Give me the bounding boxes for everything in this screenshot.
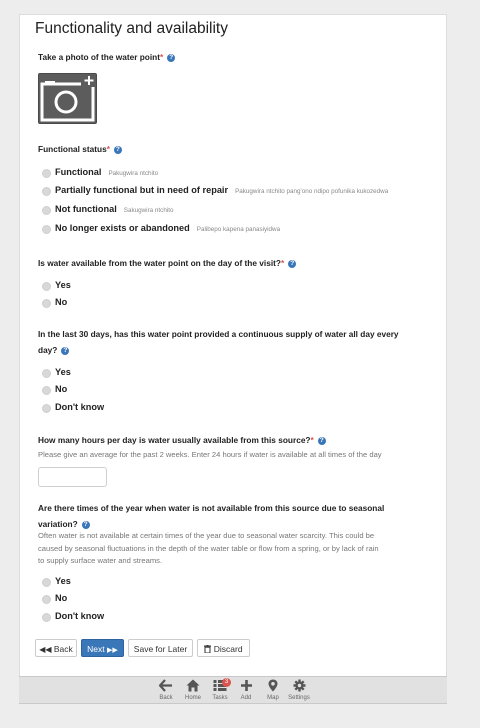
option-label: Yes bbox=[55, 576, 71, 586]
required-marker: * bbox=[310, 435, 314, 445]
discard-button[interactable]: Discard bbox=[197, 639, 250, 657]
required-marker: * bbox=[106, 144, 110, 154]
seasonal-label-line2: variation? bbox=[38, 519, 78, 529]
photo-question-label: Take a photo of the water point bbox=[38, 52, 160, 62]
gear-icon bbox=[293, 679, 305, 692]
nav-home[interactable]: Home bbox=[181, 679, 205, 702]
option-translation: Pakugwira ntchito bbox=[108, 170, 159, 177]
trash-icon bbox=[204, 645, 212, 654]
nav-home-label: Home bbox=[184, 695, 201, 701]
option-translation: Palibepo kapena panasiyidwa bbox=[196, 226, 281, 233]
hours-per-day-hint: Please give an average for the past 2 we… bbox=[38, 450, 382, 459]
nav-add[interactable]: Add bbox=[234, 679, 258, 702]
radio-button[interactable] bbox=[42, 386, 51, 395]
seasonal-label-line1: Are there times of the year when water i… bbox=[38, 503, 385, 513]
nav-map[interactable]: Map bbox=[261, 679, 285, 702]
required-marker: * bbox=[280, 258, 285, 268]
next-button[interactable]: Next ▶▶ bbox=[81, 639, 124, 657]
option-label: Functional bbox=[55, 167, 102, 177]
option-label: Partially functional but in need of repa… bbox=[55, 185, 229, 195]
radio-button[interactable] bbox=[42, 595, 51, 604]
required-marker: * bbox=[160, 52, 164, 62]
continuous-supply-question: In the last 30 days, has this water poin… bbox=[38, 326, 399, 358]
option-translation: Sakugwira ntchito bbox=[123, 207, 174, 214]
form-panel: Functionality and availability Take a ph… bbox=[19, 14, 447, 676]
option-label: No bbox=[55, 297, 68, 307]
nav-settings-label: Settings bbox=[288, 695, 310, 701]
photo-question: Take a photo of the water point*? bbox=[38, 49, 176, 65]
form-title: Functionality and availability bbox=[35, 20, 228, 37]
double-right-arrow-icon: ▶▶ bbox=[107, 647, 118, 654]
nav-back-label: Back bbox=[159, 695, 173, 701]
seasonal-hint-line: Often water is not available at certain … bbox=[38, 531, 375, 540]
tasks-count-badge: 3 bbox=[222, 678, 231, 687]
radio-button[interactable] bbox=[42, 169, 51, 178]
option-label: Yes bbox=[55, 367, 71, 377]
option-label: No longer exists or abandoned bbox=[55, 223, 190, 233]
bottom-nav: Back Home 3 Tasks Add Map Settings bbox=[19, 676, 447, 704]
option-label: Not functional bbox=[55, 204, 117, 214]
option-label: Yes bbox=[55, 280, 71, 290]
nav-settings[interactable]: Settings bbox=[287, 679, 311, 702]
back-button-label: Back bbox=[53, 644, 73, 654]
help-icon[interactable]: ? bbox=[288, 259, 297, 268]
arrow-left-icon bbox=[159, 679, 172, 692]
water-available-label: Is water available from the water point … bbox=[38, 258, 281, 268]
continuous-supply-label-line2: day? bbox=[38, 345, 58, 355]
option-label: No bbox=[55, 384, 68, 394]
functional-status-label: Functional status bbox=[38, 144, 107, 154]
radio-button[interactable] bbox=[42, 578, 51, 587]
radio-button[interactable] bbox=[42, 282, 51, 291]
help-icon[interactable]: ? bbox=[317, 436, 326, 445]
seasonal-question: Are there times of the year when water i… bbox=[38, 500, 384, 532]
radio-button[interactable] bbox=[42, 369, 51, 378]
functional-status-question: Functional status*? bbox=[38, 141, 122, 157]
option-label: Don't know bbox=[55, 402, 105, 412]
radio-button[interactable] bbox=[42, 404, 51, 413]
home-icon bbox=[186, 679, 200, 692]
next-button-label: Next bbox=[87, 644, 105, 654]
help-icon[interactable]: ? bbox=[167, 53, 176, 62]
hours-per-day-label: How many hours per day is water usually … bbox=[38, 435, 311, 445]
radio-button[interactable] bbox=[42, 613, 51, 622]
camera-add-icon[interactable] bbox=[38, 73, 97, 124]
discard-button-label: Discard bbox=[213, 644, 243, 654]
seasonal-hint-line: to supply surface water and streams. bbox=[38, 556, 163, 565]
nav-tasks-label: Tasks bbox=[212, 695, 228, 701]
option-label: Don't know bbox=[55, 611, 105, 621]
map-marker-icon bbox=[268, 679, 278, 692]
seasonal-hint: Often water is not available at certain … bbox=[38, 530, 432, 568]
help-icon[interactable]: ? bbox=[113, 145, 122, 154]
water-available-question: Is water available from the water point … bbox=[38, 255, 297, 271]
nav-add-label: Add bbox=[240, 695, 252, 701]
back-button[interactable]: ◀◀ Back bbox=[35, 639, 77, 657]
seasonal-hint-line: caused by seasonal fluctuations in the d… bbox=[38, 543, 379, 553]
help-icon[interactable]: ? bbox=[81, 520, 90, 529]
nav-map-label: Map bbox=[267, 695, 279, 701]
help-icon[interactable]: ? bbox=[61, 346, 70, 355]
radio-button[interactable] bbox=[42, 225, 51, 234]
radio-button[interactable] bbox=[42, 206, 51, 215]
nav-back[interactable]: Back bbox=[154, 679, 178, 702]
save-for-later-label: Save for Later bbox=[133, 644, 188, 654]
save-for-later-button[interactable]: Save for Later bbox=[128, 639, 193, 657]
nav-tasks[interactable]: 3 Tasks bbox=[208, 678, 232, 702]
option-translation: Pakugwira ntchito pang'ono ndipo pofunik… bbox=[235, 188, 389, 195]
option-label: No bbox=[55, 593, 68, 603]
double-left-arrow-icon: ◀◀ bbox=[39, 645, 52, 654]
hours-per-day-question: How many hours per day is water usually … bbox=[38, 432, 326, 448]
continuous-supply-label-line1: In the last 30 days, has this water poin… bbox=[38, 329, 399, 339]
hours-per-day-input[interactable] bbox=[38, 467, 107, 487]
radio-button[interactable] bbox=[42, 299, 51, 308]
plus-icon bbox=[240, 680, 252, 691]
radio-button[interactable] bbox=[42, 187, 51, 196]
